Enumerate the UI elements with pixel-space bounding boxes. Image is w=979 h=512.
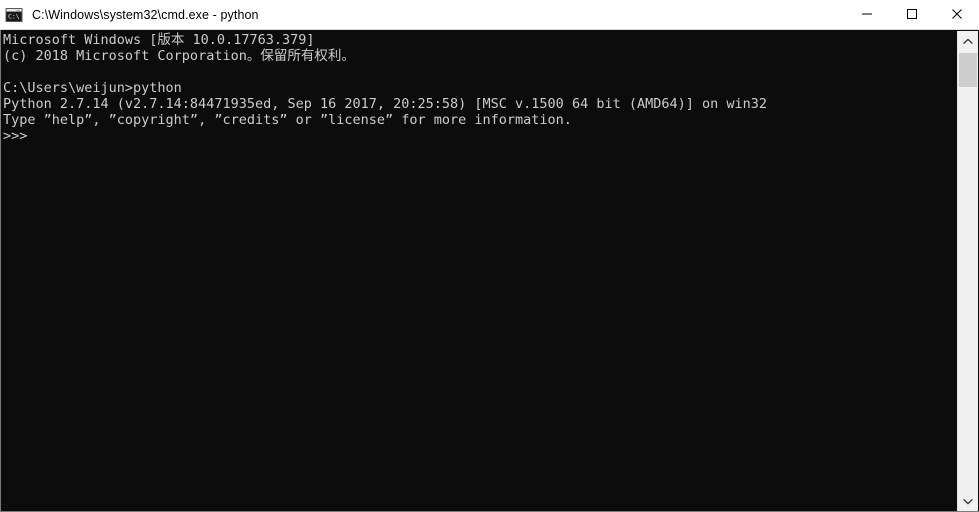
- console-line: Microsoft Windows [版本 10.0.17763.379]: [3, 32, 315, 48]
- window-controls: [844, 0, 979, 30]
- scroll-thumb[interactable]: [959, 53, 977, 87]
- scrollbar-track[interactable]: [958, 51, 978, 491]
- console-text: Microsoft Windows [版本 10.0.17763.379] (c)…: [3, 32, 953, 144]
- console-line: (c) 2018 Microsoft Corporation。保留所有权利。: [3, 48, 355, 64]
- close-button[interactable]: [934, 0, 979, 29]
- cmd-window: C:\ C:\Windows\system32\cmd.exe - python: [0, 0, 979, 512]
- maximize-button[interactable]: [889, 0, 934, 29]
- minimize-button[interactable]: [844, 0, 889, 29]
- scroll-up-arrow-icon[interactable]: [958, 31, 978, 51]
- vertical-scrollbar[interactable]: [957, 31, 978, 511]
- svg-text:C:\: C:\: [8, 12, 20, 20]
- console-output-area[interactable]: Microsoft Windows [版本 10.0.17763.379] (c)…: [0, 30, 979, 512]
- cmd-console-icon[interactable]: C:\: [5, 6, 23, 24]
- title-bar[interactable]: C:\ C:\Windows\system32\cmd.exe - python: [0, 0, 979, 30]
- console-line: >>>: [3, 128, 28, 144]
- console-line: C:\Users\weijun>python: [3, 80, 182, 96]
- console-line: Type ”help”, ”copyright”, ”credits” or ”…: [3, 112, 572, 128]
- window-title: C:\Windows\system32\cmd.exe - python: [32, 7, 259, 22]
- console-line: Python 2.7.14 (v2.7.14:84471935ed, Sep 1…: [3, 96, 768, 112]
- title-bar-left: C:\ C:\Windows\system32\cmd.exe - python: [0, 6, 844, 24]
- scroll-down-arrow-icon[interactable]: [958, 491, 978, 511]
